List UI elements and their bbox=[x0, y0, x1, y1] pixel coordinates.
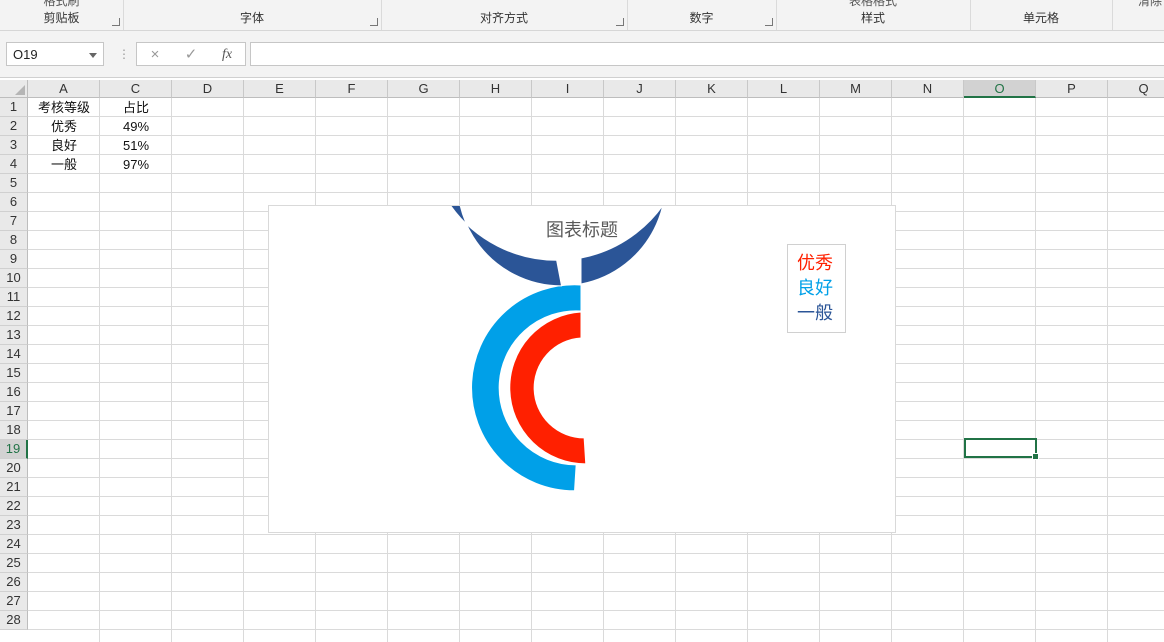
column-header-K[interactable]: K bbox=[676, 80, 748, 98]
row-header-11[interactable]: 11 bbox=[0, 288, 28, 307]
row-header-16[interactable]: 16 bbox=[0, 383, 28, 402]
row-header-15[interactable]: 15 bbox=[0, 364, 28, 383]
legend-entry-excellent: 优秀 bbox=[797, 253, 833, 273]
row-header-20[interactable]: 20 bbox=[0, 459, 28, 478]
column-header-F[interactable]: F bbox=[316, 80, 388, 98]
column-header-I[interactable]: I bbox=[532, 80, 604, 98]
legend-entry-good: 良好 bbox=[797, 278, 833, 298]
dialog-launcher-icon[interactable] bbox=[370, 18, 378, 26]
row-header-2[interactable]: 2 bbox=[0, 117, 28, 136]
row-header-21[interactable]: 21 bbox=[0, 478, 28, 497]
column-header-M[interactable]: M bbox=[820, 80, 892, 98]
cell-C4[interactable]: 97% bbox=[100, 155, 172, 174]
legend-entry-average: 一般 bbox=[797, 303, 833, 323]
row-header-3[interactable]: 3 bbox=[0, 136, 28, 155]
ribbon-group-label: 单元格 bbox=[1022, 11, 1059, 25]
cancel-icon[interactable]: × bbox=[143, 45, 167, 65]
dialog-launcher-icon[interactable] bbox=[112, 18, 120, 26]
row-header-5[interactable]: 5 bbox=[0, 174, 28, 193]
dialog-launcher-icon[interactable] bbox=[616, 18, 624, 26]
row-header-13[interactable]: 13 bbox=[0, 326, 28, 345]
column-header-D[interactable]: D bbox=[172, 80, 244, 98]
insert-function-icon[interactable]: fx bbox=[215, 45, 239, 65]
row-header-10[interactable]: 10 bbox=[0, 269, 28, 288]
formula-input[interactable] bbox=[250, 42, 1164, 66]
formula-bar: O19 ⋮ × ✓ fx bbox=[0, 31, 1164, 78]
row-header-22[interactable]: 22 bbox=[0, 497, 28, 516]
row-header-9[interactable]: 9 bbox=[0, 250, 28, 269]
column-header-O[interactable]: O bbox=[964, 80, 1036, 98]
name-box[interactable]: O19 bbox=[6, 42, 104, 66]
column-header-C[interactable]: C bbox=[100, 80, 172, 98]
cell-C3[interactable]: 51% bbox=[100, 136, 172, 155]
column-header-G[interactable]: G bbox=[388, 80, 460, 98]
row-header-7[interactable]: 7 bbox=[0, 212, 28, 231]
ribbon-group-styles: 表格格式 样式 bbox=[776, 0, 971, 30]
row-header-12[interactable]: 12 bbox=[0, 307, 28, 326]
select-all-button[interactable] bbox=[0, 80, 28, 98]
ribbon-group-label: 样式 bbox=[860, 11, 885, 25]
chevron-down-icon[interactable] bbox=[89, 53, 97, 58]
column-header-J[interactable]: J bbox=[604, 80, 676, 98]
column-header-A[interactable]: A bbox=[28, 80, 100, 98]
column-header-Q[interactable]: Q bbox=[1108, 80, 1164, 98]
cell-A1[interactable]: 考核等级 bbox=[28, 98, 100, 117]
row-header-4[interactable]: 4 bbox=[0, 155, 28, 174]
column-header-L[interactable]: L bbox=[748, 80, 820, 98]
column-header-N[interactable]: N bbox=[892, 80, 964, 98]
row-header-23[interactable]: 23 bbox=[0, 516, 28, 535]
row-header-19[interactable]: 19 bbox=[0, 440, 28, 459]
ribbon-group-label: 对齐方式 bbox=[479, 11, 528, 25]
chart-legend[interactable]: 优秀 良好 一般 bbox=[787, 244, 846, 333]
row-header-28[interactable]: 28 bbox=[0, 611, 28, 630]
ribbon-group-clipboard: 格式刷 剪贴板 bbox=[0, 0, 124, 30]
row-header-27[interactable]: 27 bbox=[0, 592, 28, 611]
row-header-14[interactable]: 14 bbox=[0, 345, 28, 364]
ribbon-group-font: 字体 bbox=[123, 0, 382, 30]
row-header-25[interactable]: 25 bbox=[0, 554, 28, 573]
row-header-6[interactable]: 6 bbox=[0, 193, 28, 212]
column-header-H[interactable]: H bbox=[460, 80, 532, 98]
cell-A2[interactable]: 优秀 bbox=[28, 117, 100, 136]
cell-C1[interactable]: 占比 bbox=[100, 98, 172, 117]
more-options-icon[interactable]: ⋮ bbox=[118, 47, 130, 61]
cell-A4[interactable]: 一般 bbox=[28, 155, 100, 174]
cell-A3[interactable]: 良好 bbox=[28, 136, 100, 155]
ribbon: 格式刷 剪贴板 字体 对齐方式 数字 表格格式 样式 单元格 清除 bbox=[0, 0, 1164, 31]
fill-handle[interactable] bbox=[1032, 453, 1039, 460]
ribbon-group-number: 数字 bbox=[627, 0, 777, 30]
ribbon-group-label: 数字 bbox=[689, 11, 714, 25]
selected-cell-O19[interactable] bbox=[964, 438, 1039, 460]
ribbon-group-label: 剪贴板 bbox=[43, 11, 80, 25]
row-header-18[interactable]: 18 bbox=[0, 421, 28, 440]
column-header-P[interactable]: P bbox=[1036, 80, 1108, 98]
format-painter-button[interactable]: 格式刷 bbox=[0, 0, 123, 9]
clear-button[interactable]: 清除 bbox=[1112, 0, 1164, 9]
check-icon[interactable]: ✓ bbox=[179, 45, 203, 65]
column-header-E[interactable]: E bbox=[244, 80, 316, 98]
cell-C2[interactable]: 49% bbox=[100, 117, 172, 136]
row-header-24[interactable]: 24 bbox=[0, 535, 28, 554]
ribbon-group-alignment: 对齐方式 bbox=[381, 0, 628, 30]
chart-title[interactable]: 图表标题 bbox=[269, 216, 895, 242]
name-box-value: O19 bbox=[13, 47, 38, 62]
row-header-17[interactable]: 17 bbox=[0, 402, 28, 421]
ribbon-group-editing: 清除 bbox=[1112, 0, 1164, 30]
row-header-26[interactable]: 26 bbox=[0, 573, 28, 592]
doughnut-chart[interactable]: 图表标题 优秀 良好 一般 bbox=[268, 205, 896, 533]
row-header-1[interactable]: 1 bbox=[0, 98, 28, 117]
dialog-launcher-icon[interactable] bbox=[765, 18, 773, 26]
format-as-table-button[interactable]: 表格格式 bbox=[776, 0, 970, 9]
formula-buttons: × ✓ fx bbox=[136, 42, 246, 66]
row-header-8[interactable]: 8 bbox=[0, 231, 28, 250]
ribbon-group-cells: 单元格 bbox=[970, 0, 1113, 30]
ribbon-group-label: 字体 bbox=[239, 11, 264, 25]
